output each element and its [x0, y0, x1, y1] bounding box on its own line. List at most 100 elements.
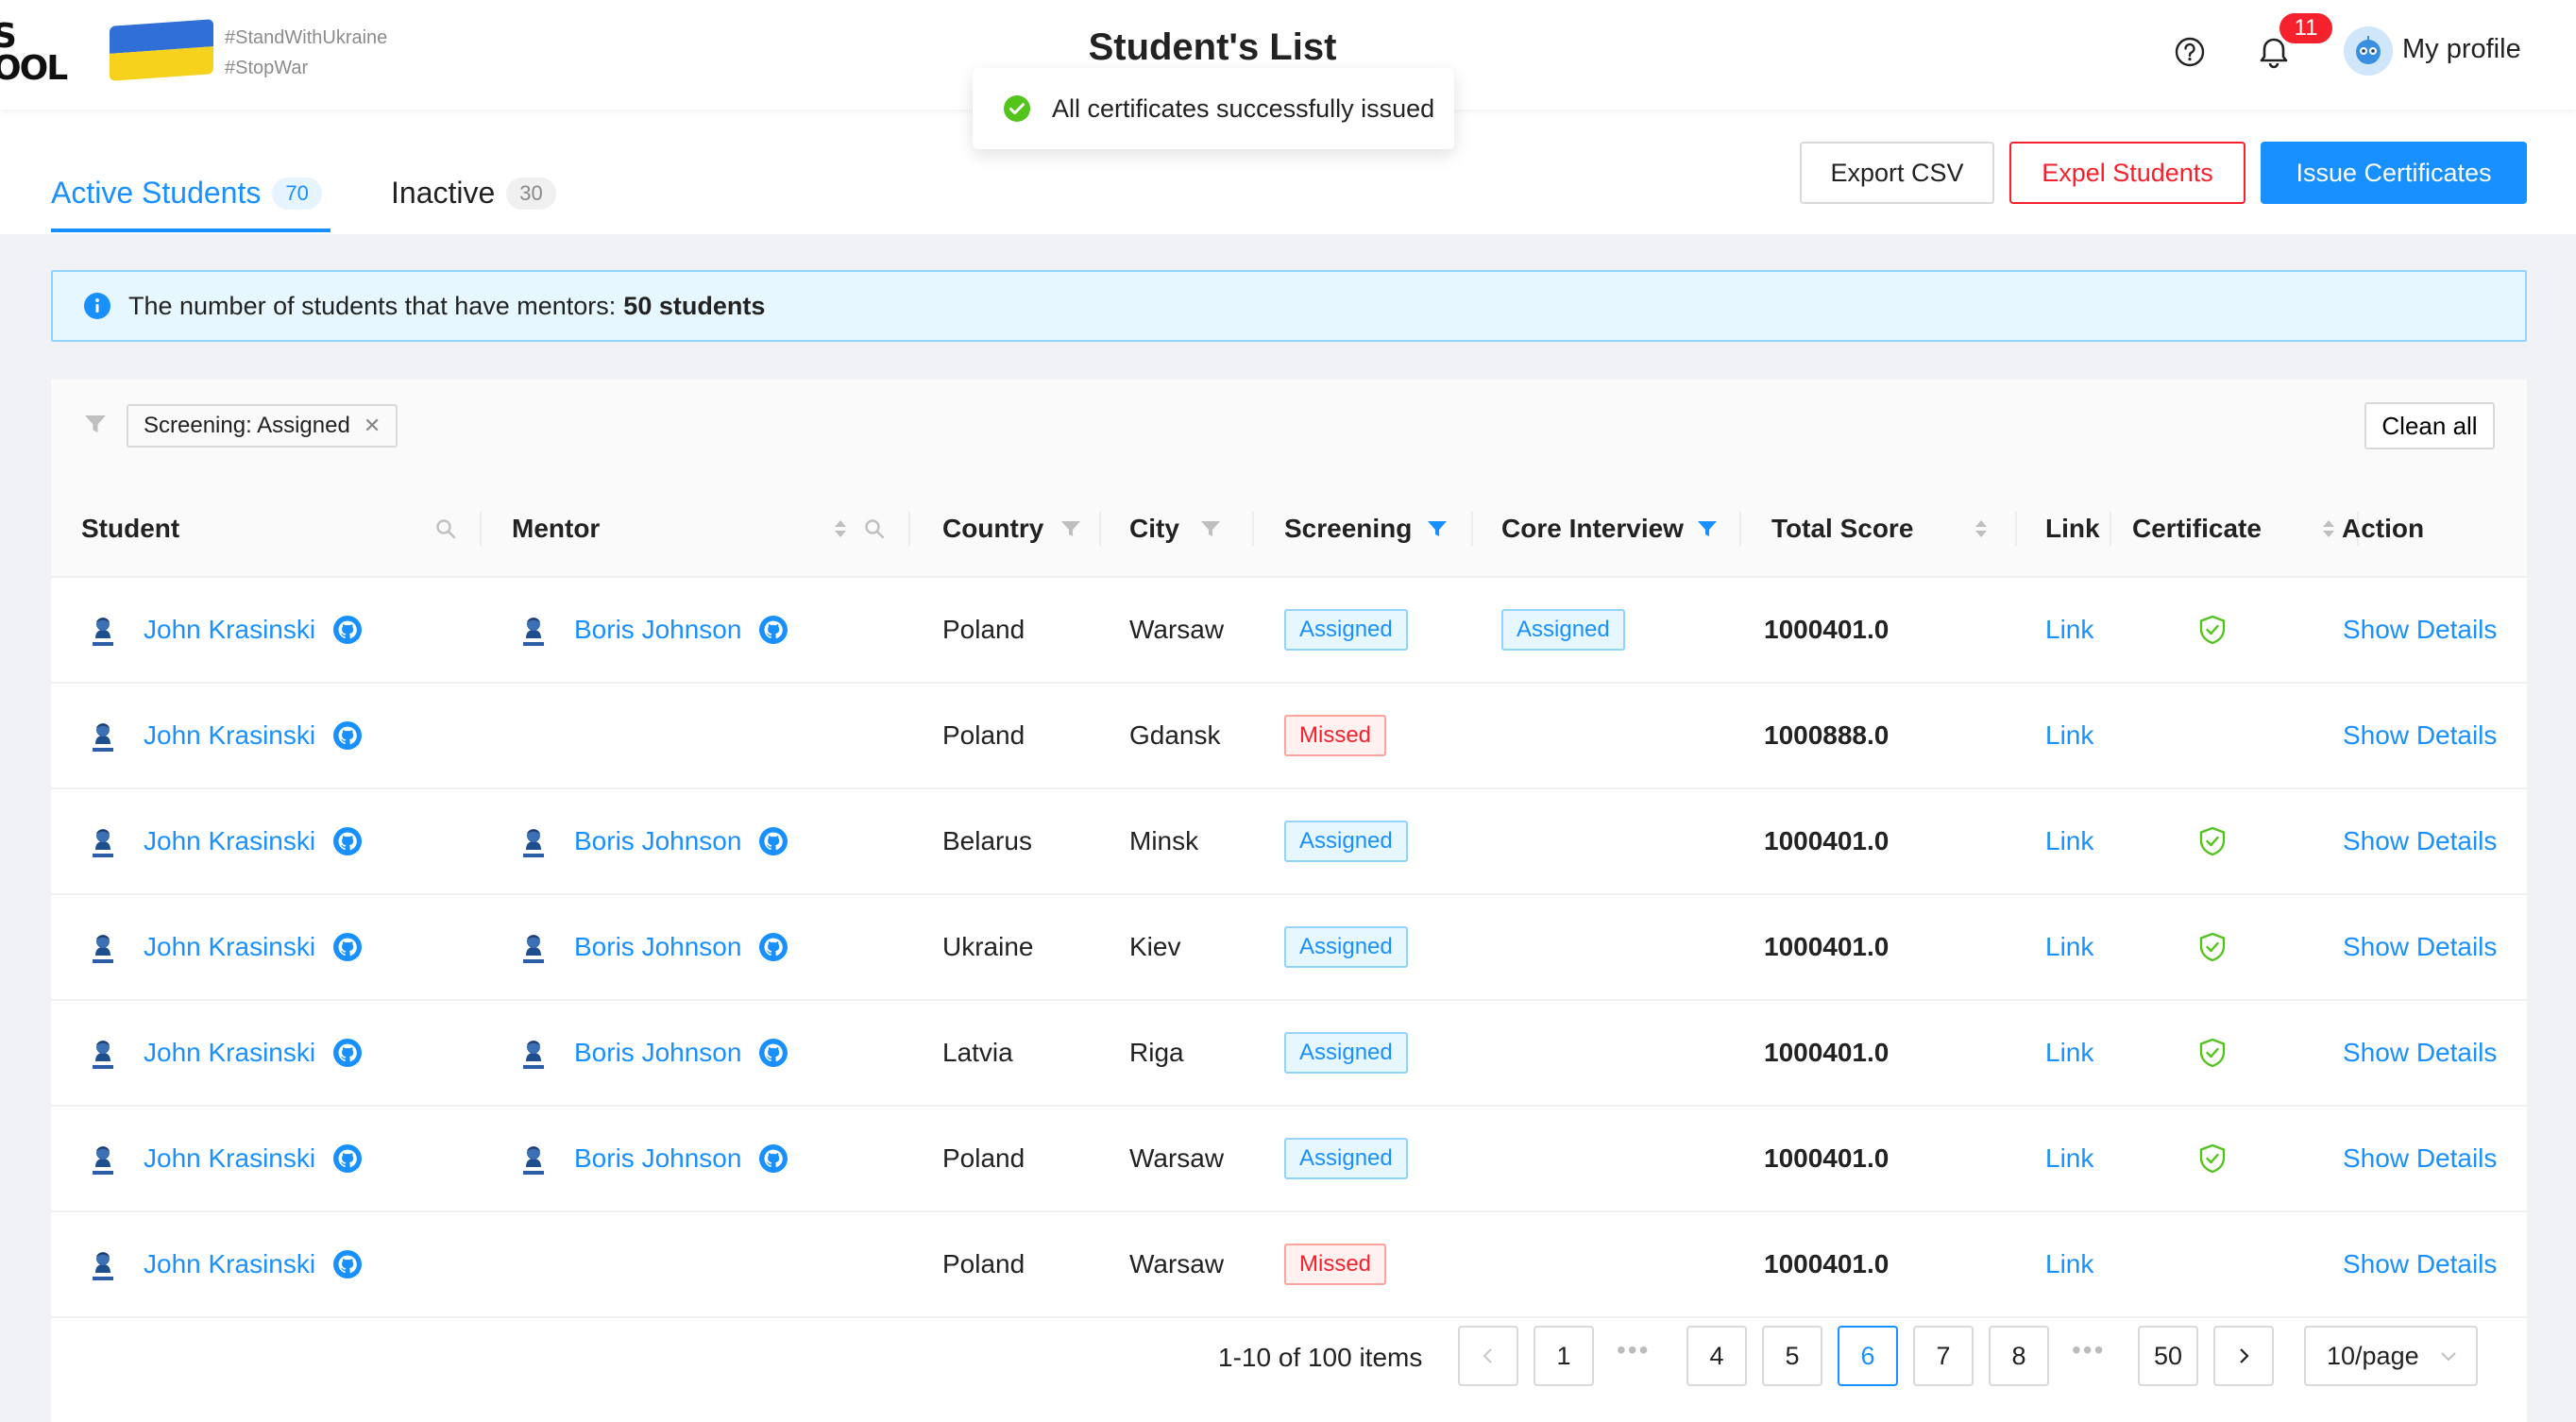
- screening-cell: Assigned: [1284, 895, 1408, 999]
- screening-status-tag: Assigned: [1284, 1138, 1408, 1179]
- page-button-50[interactable]: 50: [2138, 1326, 2198, 1386]
- avatar[interactable]: [2344, 26, 2393, 76]
- student-name-link[interactable]: John Krasinski: [144, 615, 315, 645]
- github-icon[interactable]: [332, 826, 363, 856]
- github-icon[interactable]: [758, 932, 788, 962]
- show-details-link[interactable]: Show Details: [2343, 789, 2497, 893]
- column-mentor[interactable]: Mentor: [512, 480, 600, 578]
- expel-students-button[interactable]: Expel Students: [2009, 142, 2246, 204]
- page-button-7[interactable]: 7: [1913, 1326, 1974, 1386]
- student-name-link[interactable]: John Krasinski: [144, 932, 315, 962]
- show-details-link[interactable]: Show Details: [2343, 1001, 2497, 1105]
- mentor-name-link[interactable]: Boris Johnson: [574, 826, 741, 856]
- prev-page-button[interactable]: [1458, 1326, 1518, 1386]
- github-icon[interactable]: [332, 615, 363, 645]
- mentor-name-link[interactable]: Boris Johnson: [574, 615, 741, 645]
- column-student[interactable]: Student: [81, 480, 179, 578]
- question-circle-icon[interactable]: [2174, 36, 2206, 68]
- close-icon[interactable]: ✕: [364, 414, 381, 438]
- mentor-name-link[interactable]: Boris Johnson: [574, 932, 741, 962]
- sort-icon[interactable]: [1970, 517, 1992, 540]
- column-certificate[interactable]: Certificate: [2132, 480, 2262, 578]
- screening-status-tag: Assigned: [1284, 1032, 1408, 1074]
- mentor-name-link[interactable]: Boris Johnson: [574, 1143, 741, 1174]
- next-page-button[interactable]: [2213, 1326, 2274, 1386]
- student-name-link[interactable]: John Krasinski: [144, 1249, 315, 1279]
- page-size-select[interactable]: 10/page: [2304, 1326, 2478, 1386]
- export-csv-button[interactable]: Export CSV: [1800, 142, 1994, 204]
- pagination-ellipsis[interactable]: •••: [1617, 1335, 1650, 1365]
- country-cell: Latvia: [942, 1038, 1013, 1067]
- filter-icon[interactable]: [1199, 517, 1222, 540]
- page-button-1[interactable]: 1: [1534, 1326, 1594, 1386]
- page-button-4[interactable]: 4: [1686, 1326, 1747, 1386]
- show-details-link[interactable]: Show Details: [2343, 1107, 2497, 1210]
- student-name-link[interactable]: John Krasinski: [144, 826, 315, 856]
- github-icon[interactable]: [758, 615, 788, 645]
- my-profile-link[interactable]: My profile: [2402, 34, 2521, 65]
- filter-icon[interactable]: [1059, 517, 1082, 540]
- mentor-avatar-icon: [514, 821, 553, 861]
- column-screening[interactable]: Screening: [1284, 480, 1412, 578]
- student-name-link[interactable]: John Krasinski: [144, 1038, 315, 1068]
- column-core-interview[interactable]: Core Interview: [1501, 480, 1684, 578]
- tab-inactive[interactable]: Inactive 30: [391, 176, 556, 211]
- show-details-link[interactable]: Show Details: [2343, 895, 2497, 999]
- github-icon[interactable]: [758, 1038, 788, 1068]
- screening-cell: Assigned: [1284, 578, 1408, 682]
- profile-link[interactable]: Link: [2045, 684, 2093, 787]
- screening-cell: Assigned: [1284, 1001, 1408, 1105]
- student-cell: John Krasinski: [83, 684, 363, 787]
- shield-check-icon[interactable]: [2198, 615, 2227, 645]
- mentor-name-link[interactable]: Boris Johnson: [574, 1038, 741, 1068]
- shield-check-icon[interactable]: [2198, 826, 2227, 856]
- profile-link[interactable]: Link: [2045, 1001, 2093, 1105]
- student-cell: John Krasinski: [83, 578, 363, 682]
- show-details-link[interactable]: Show Details: [2343, 1212, 2497, 1316]
- column-country[interactable]: Country: [942, 480, 1043, 578]
- github-icon[interactable]: [332, 1249, 363, 1279]
- profile-link[interactable]: Link: [2045, 789, 2093, 893]
- search-icon[interactable]: [434, 517, 457, 540]
- profile-link[interactable]: Link: [2045, 1212, 2093, 1316]
- column-separator: [480, 512, 482, 546]
- github-icon[interactable]: [332, 720, 363, 751]
- show-details-link[interactable]: Show Details: [2343, 578, 2497, 682]
- github-icon[interactable]: [758, 1143, 788, 1174]
- clean-all-button[interactable]: Clean all: [2364, 402, 2495, 449]
- column-total-score[interactable]: Total Score: [1771, 480, 1913, 578]
- alert-text: The number of students that have mentors…: [128, 291, 617, 320]
- page-button-5[interactable]: 5: [1762, 1326, 1822, 1386]
- mentor-cell: Boris Johnson: [514, 1001, 788, 1105]
- student-name-link[interactable]: John Krasinski: [144, 720, 315, 751]
- shield-check-icon[interactable]: [2198, 1143, 2227, 1174]
- shield-check-icon[interactable]: [2198, 1038, 2227, 1068]
- show-details-link[interactable]: Show Details: [2343, 684, 2497, 787]
- github-icon[interactable]: [758, 826, 788, 856]
- pagination-ellipsis[interactable]: •••: [2072, 1335, 2105, 1365]
- github-icon[interactable]: [332, 932, 363, 962]
- sort-icon[interactable]: [829, 517, 852, 540]
- filter-icon-active[interactable]: [1696, 517, 1719, 540]
- sort-icon[interactable]: [2317, 517, 2340, 540]
- shield-check-icon[interactable]: [2198, 932, 2227, 962]
- column-link: Link: [2045, 514, 2100, 543]
- student-name-link[interactable]: John Krasinski: [144, 1143, 315, 1174]
- certificate-cell: [2198, 789, 2227, 893]
- issue-certificates-button[interactable]: Issue Certificates: [2261, 142, 2527, 204]
- tab-active-students[interactable]: Active Students 70: [51, 176, 322, 211]
- github-icon[interactable]: [332, 1038, 363, 1068]
- github-icon[interactable]: [332, 1143, 363, 1174]
- total-score-cell: 1000401.0: [1764, 826, 1890, 855]
- total-score-cell: 1000401.0: [1764, 615, 1890, 644]
- filter-icon-active[interactable]: [1426, 517, 1449, 540]
- profile-link[interactable]: Link: [2045, 895, 2093, 999]
- column-city[interactable]: City: [1129, 480, 1179, 578]
- page-button-8[interactable]: 8: [1989, 1326, 2049, 1386]
- page-button-6[interactable]: 6: [1838, 1326, 1898, 1386]
- search-icon[interactable]: [863, 517, 886, 540]
- profile-link[interactable]: Link: [2045, 578, 2093, 682]
- profile-link[interactable]: Link: [2045, 1107, 2093, 1210]
- total-score-cell: 1000401.0: [1764, 1038, 1890, 1067]
- mentor-cell: Boris Johnson: [514, 895, 788, 999]
